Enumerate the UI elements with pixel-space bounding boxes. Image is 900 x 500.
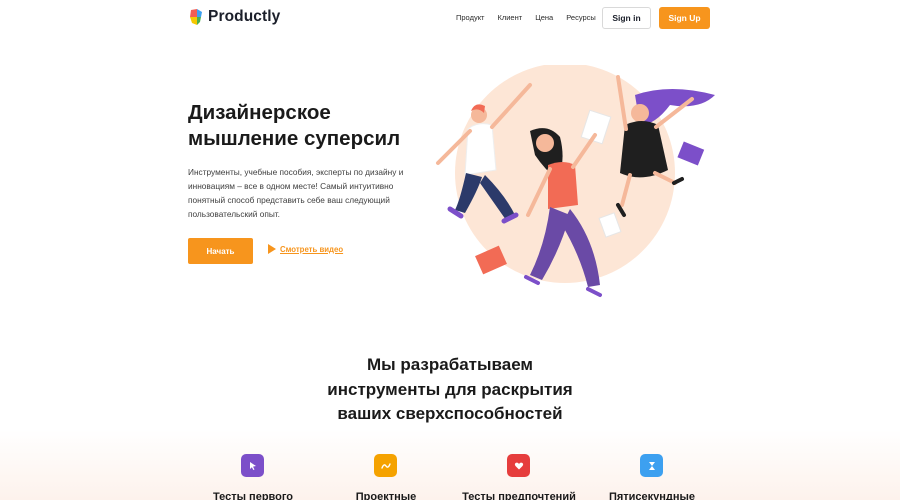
heart-icon <box>507 454 530 477</box>
hourglass-icon <box>640 454 663 477</box>
nav-item-resources[interactable]: Ресурсы <box>566 13 596 22</box>
header: Productly Продукт Клиент Цена Ресурсы Si… <box>0 0 900 38</box>
cursor-icon <box>241 454 264 477</box>
hero-illustration <box>430 63 730 310</box>
feature-label-preference: Тесты предпочтений <box>462 491 576 500</box>
play-icon <box>268 244 276 254</box>
section-title-line2: инструменты для раскрытия <box>327 379 573 399</box>
logo[interactable]: Productly <box>189 8 280 26</box>
hero-title-line2: мышление суперсил <box>188 127 401 150</box>
signup-button[interactable]: Sign Up <box>659 7 710 29</box>
feature-label-first-click: Тесты первого <box>212 491 294 500</box>
nav-item-client[interactable]: Клиент <box>498 13 523 22</box>
hero-subtitle: Инструменты, учебные пособия, эксперты п… <box>188 167 404 219</box>
section-title-line1: Мы разрабатываем <box>366 355 534 374</box>
main-nav: Продукт Клиент Цена Ресурсы <box>456 13 596 22</box>
section-title-line3: ваших сверхспособностей <box>337 404 563 423</box>
signin-button[interactable]: Sign in <box>602 7 651 29</box>
section-title: Мы разрабатываем инструменты для раскрыт… <box>300 353 600 427</box>
watch-video-label: Смотреть видео <box>280 244 344 254</box>
nav-item-price[interactable]: Цена <box>535 13 553 22</box>
pen-icon <box>374 454 397 477</box>
nav-item-product[interactable]: Продукт <box>456 13 485 22</box>
logo-icon <box>189 9 203 25</box>
hero-title-line1: Дизайнерское <box>188 101 331 124</box>
feature-label-design: Проектные <box>355 491 417 500</box>
watch-video-link[interactable]: Смотреть видео <box>268 244 343 254</box>
start-button[interactable]: Начать <box>188 238 253 264</box>
logo-text: Productly <box>208 8 281 25</box>
hero-title: Дизайнерское мышление суперсил <box>188 100 428 152</box>
feature-label-five-second: Пятисекундные <box>608 491 696 500</box>
